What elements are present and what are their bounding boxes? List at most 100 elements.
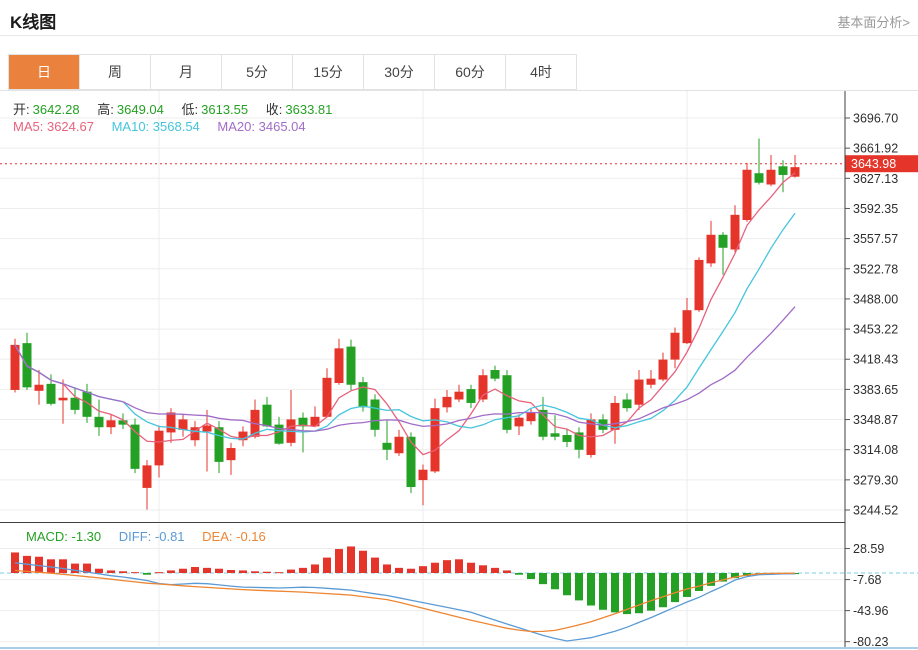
candle[interactable] — [646, 370, 656, 389]
candle[interactable] — [334, 338, 344, 385]
candle[interactable] — [286, 389, 296, 447]
candle[interactable] — [94, 399, 104, 436]
macd-value: -1.30 — [71, 529, 102, 544]
tab-60min[interactable]: 60分 — [435, 55, 506, 89]
candle[interactable] — [382, 419, 392, 461]
macd-bar — [491, 567, 499, 573]
macd-bar — [203, 567, 211, 573]
macd-bar — [443, 560, 451, 573]
macd-bar — [95, 568, 103, 573]
axis-label: 3696.70 — [853, 112, 898, 126]
axis-label: 3592.35 — [853, 202, 898, 216]
macd-bar — [311, 564, 319, 573]
candle[interactable] — [418, 464, 428, 506]
candle[interactable] — [706, 220, 716, 267]
candle[interactable] — [682, 298, 692, 345]
candle[interactable] — [778, 160, 788, 193]
candle[interactable] — [394, 429, 404, 456]
macd-bar — [347, 546, 355, 573]
low-value: 3613.55 — [201, 102, 249, 117]
candle[interactable] — [670, 327, 680, 369]
candle[interactable] — [238, 426, 248, 447]
macd-label: MACD: — [26, 529, 68, 544]
tab-month[interactable]: 月 — [151, 55, 222, 89]
macd-bar — [287, 569, 295, 573]
candle[interactable] — [226, 442, 236, 475]
macd-bar — [587, 573, 595, 606]
candle[interactable] — [514, 414, 524, 436]
tab-week[interactable]: 周 — [80, 55, 151, 89]
candle[interactable] — [526, 409, 536, 425]
candle[interactable] — [46, 374, 56, 406]
candle[interactable] — [658, 352, 668, 382]
macd-bar — [167, 570, 175, 573]
macd-bar — [551, 573, 559, 590]
candle[interactable] — [634, 370, 644, 410]
candle[interactable] — [118, 413, 128, 429]
candle[interactable] — [10, 338, 20, 393]
ma5-value: 3624.67 — [46, 119, 94, 134]
macd-bar — [191, 567, 199, 573]
macd-bar — [695, 573, 703, 591]
open-value: 3642.28 — [32, 102, 80, 117]
axis-label: 3488.00 — [853, 292, 898, 306]
candle[interactable] — [466, 384, 476, 409]
axis-label: -43.96 — [853, 604, 888, 618]
macd-bar — [335, 549, 343, 573]
candle[interactable] — [754, 138, 764, 185]
candle[interactable] — [622, 393, 632, 412]
tab-30min[interactable]: 30分 — [364, 55, 435, 89]
candle[interactable] — [502, 370, 512, 434]
macd-bar — [467, 562, 475, 573]
macd-bar — [419, 566, 427, 573]
candle[interactable] — [442, 389, 452, 413]
macd-bar — [515, 573, 523, 575]
candle[interactable] — [562, 428, 572, 448]
candle[interactable] — [454, 384, 464, 403]
candle[interactable] — [142, 460, 152, 510]
candle[interactable] — [430, 398, 440, 474]
candle[interactable] — [742, 162, 752, 222]
candle[interactable] — [694, 257, 704, 312]
candle[interactable] — [70, 387, 80, 415]
candle[interactable] — [766, 155, 776, 187]
axis-label: 28.59 — [853, 542, 884, 556]
ma20-value: 3465.04 — [258, 119, 306, 134]
candle[interactable] — [178, 414, 188, 437]
candle[interactable] — [106, 414, 116, 435]
timeframe-tabs: 日 周 月 5分 15分 30分 60分 4时 — [8, 54, 577, 90]
axis-label: 3314.08 — [853, 443, 898, 457]
macd-bar — [119, 571, 127, 573]
macd-bar — [455, 559, 463, 573]
tab-day[interactable]: 日 — [9, 55, 80, 89]
macd-bar — [599, 573, 607, 610]
candle[interactable] — [34, 370, 44, 405]
high-value: 3649.04 — [116, 102, 164, 117]
tab-15min[interactable]: 15分 — [293, 55, 364, 89]
candle[interactable] — [478, 369, 488, 403]
candle[interactable] — [346, 339, 356, 390]
macd-legend: MACD: -1.30 DIFF: -0.81 DEA: -0.16 — [26, 529, 280, 544]
macd-bar — [131, 572, 139, 574]
candle[interactable] — [610, 396, 620, 444]
tab-4hour[interactable]: 4时 — [506, 55, 576, 89]
tab-5min[interactable]: 5分 — [222, 55, 293, 89]
macd-bar — [647, 573, 655, 611]
candle[interactable] — [154, 425, 164, 478]
ohlc-legend: 开: 3642.28 高: 3649.04 低: 3613.55 收: 3633.81 — [13, 99, 346, 118]
candle[interactable] — [322, 368, 332, 418]
kline-chart[interactable]: 3696.70 3661.92 3627.13 3592.35 3557.57 3522.… — [0, 0, 918, 650]
macd-bar — [179, 568, 187, 573]
macd-bar — [395, 567, 403, 573]
candle[interactable] — [574, 427, 584, 459]
candle[interactable] — [490, 365, 500, 382]
macd-bar — [527, 573, 535, 579]
open-label: 开: — [13, 102, 30, 117]
candle[interactable] — [790, 155, 800, 178]
macd-bar — [239, 570, 247, 573]
candle[interactable] — [370, 394, 380, 437]
macd-bar — [155, 572, 163, 574]
axis-label: -7.68 — [853, 573, 882, 587]
candle[interactable] — [130, 418, 140, 474]
candle[interactable] — [262, 396, 272, 428]
